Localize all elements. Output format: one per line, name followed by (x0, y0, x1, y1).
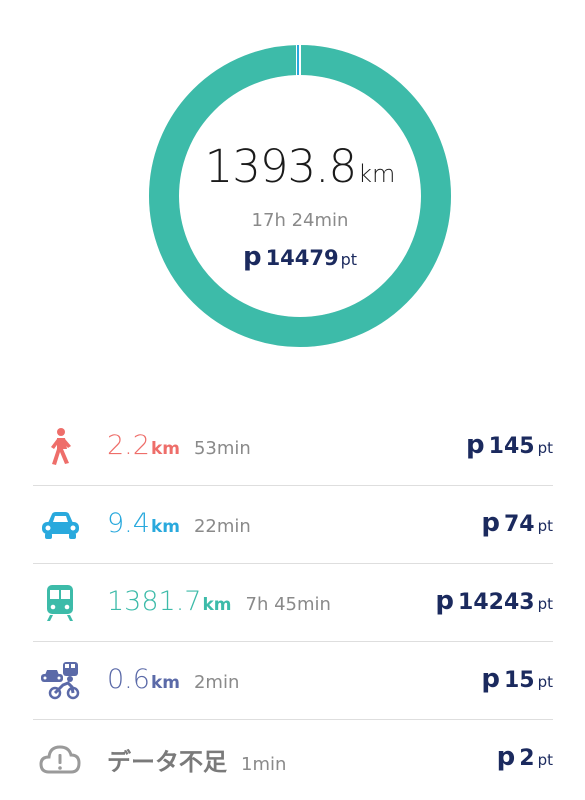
points-icon: p (435, 586, 455, 616)
train-icon (39, 583, 81, 623)
activity-duration: 22min (193, 516, 251, 537)
activity-distance: 1381.7 (107, 586, 202, 617)
activity-points: p 74 pt (481, 508, 553, 538)
total-points: p 14479 pt (148, 242, 452, 272)
activity-row-mixed[interactable]: 0.6km 2min p 15 pt (33, 642, 553, 720)
activity-points-value: 74 (503, 512, 535, 537)
cloud-alert-icon (39, 739, 81, 779)
activity-points-value: 145 (488, 434, 535, 459)
points-icon: p (481, 508, 500, 538)
activity-distance: 0.6 (107, 664, 150, 695)
activity-duration: 2min (193, 672, 240, 693)
distance-ring-chart: 1393.8km 17h 24min p 14479 pt (148, 44, 452, 348)
activity-points-unit: pt (537, 673, 553, 691)
car-icon (39, 505, 81, 545)
activity-duration: 7h 45min (245, 594, 331, 615)
total-distance: 1393.8km (148, 140, 452, 193)
activity-points-unit: pt (537, 439, 553, 457)
activity-distance-unit: km (150, 517, 180, 537)
points-icon: p (481, 664, 500, 694)
activity-row-insufficient-data[interactable]: データ不足 1min p 2 pt (33, 720, 553, 798)
activity-points: p 145 pt (466, 430, 553, 460)
activity-label: データ不足 (107, 748, 227, 776)
activity-points: p 14243 pt (435, 586, 553, 616)
activity-info: 9.4km 22min (107, 508, 251, 539)
activity-row-walking[interactable]: 2.2km 53min p 145 pt (33, 408, 553, 486)
activity-points-value: 2 (519, 746, 535, 771)
activity-row-car[interactable]: 9.4km 22min p 74 pt (33, 486, 553, 564)
activity-duration: 1min (241, 754, 287, 775)
activity-row-train[interactable]: 1381.7km 7h 45min p 14243 pt (33, 564, 553, 642)
activity-duration: 53min (193, 438, 251, 459)
activity-distance: 2.2 (107, 430, 150, 461)
activity-points: p 2 pt (497, 742, 553, 772)
walking-person-icon (39, 427, 81, 467)
activity-info: データ不足 1min (107, 742, 286, 777)
activity-points-unit: pt (537, 517, 553, 535)
activity-info: 1381.7km 7h 45min (107, 586, 331, 617)
activity-points-unit: pt (537, 751, 553, 769)
total-points-value: 14479 (265, 246, 339, 270)
points-icon: p (242, 242, 262, 272)
points-icon: p (496, 742, 516, 772)
activity-distance: 9.4 (107, 508, 150, 539)
activity-points-value: 15 (503, 668, 535, 693)
total-distance-unit: km (358, 160, 396, 188)
activity-distance-unit: km (202, 595, 232, 615)
activity-distance-unit: km (150, 673, 180, 693)
activity-points-value: 14243 (458, 590, 535, 615)
total-points-unit: pt (340, 250, 358, 269)
ring-svg (149, 44, 451, 347)
activity-points-unit: pt (537, 595, 553, 613)
mixed-transport-icon (39, 661, 81, 701)
activity-points: p 15 pt (481, 664, 553, 694)
total-duration: 17h 24min (251, 210, 349, 231)
ring-segment-total (149, 45, 451, 347)
ring-segment-car (297, 45, 299, 75)
activity-info: 0.6km 2min (107, 664, 239, 695)
activity-info: 2.2km 53min (107, 430, 251, 461)
points-icon: p (466, 430, 485, 460)
activity-distance-unit: km (150, 439, 180, 459)
total-distance-value: 1393.8 (204, 140, 357, 193)
